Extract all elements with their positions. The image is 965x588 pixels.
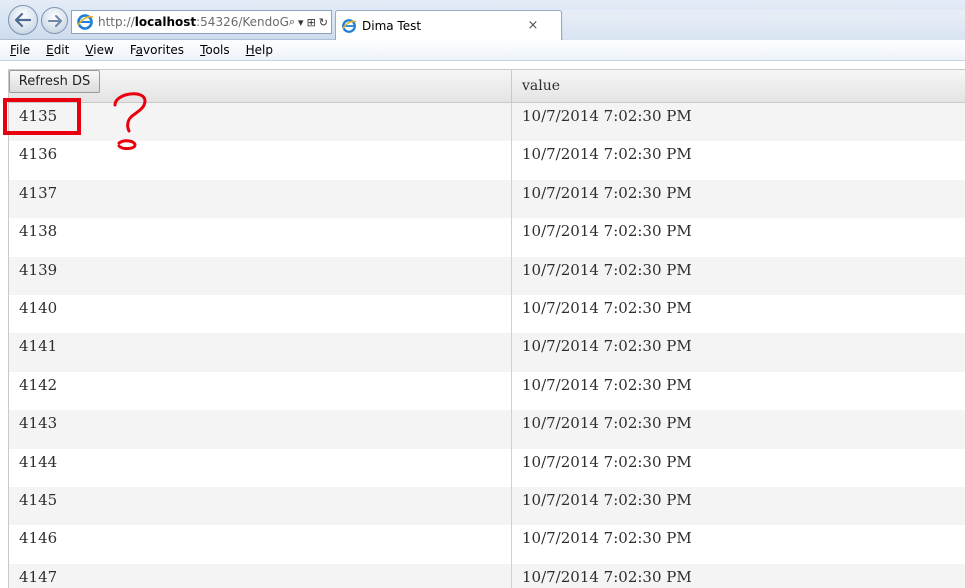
data-grid: Refresh DS value 4135 10/7/2014 7:02:30 P… (8, 69, 965, 588)
menu-file-label: ile (16, 43, 31, 57)
grid-body: 4135 10/7/2014 7:02:30 PM 4136 10/7/2014 7:… (9, 103, 965, 588)
cell-value[interactable]: 10/7/2014 7:02:30 PM (512, 141, 965, 179)
cell-value[interactable]: 10/7/2014 7:02:30 PM (512, 487, 965, 525)
search-icon[interactable]: ⌕ (289, 15, 295, 29)
menu-file[interactable]: File (0, 40, 36, 60)
column-header-id[interactable]: Refresh DS (9, 70, 512, 103)
cell-id[interactable]: 4141 (9, 333, 512, 372)
tab-dima-test[interactable]: Dima Test × (335, 10, 562, 40)
cell-id[interactable]: 4138 (9, 218, 512, 257)
browser-chrome: http://localhost:54326/KendoG ⌕ ▾ ⊞ ↻ Di… (0, 0, 965, 40)
cell-value[interactable]: 10/7/2014 7:02:30 PM (512, 180, 965, 218)
url-prefix: http:// (98, 15, 135, 29)
forward-arrow-icon (47, 14, 62, 27)
menu-view-label: iew (93, 43, 114, 57)
menu-tools-label: ools (205, 43, 230, 57)
refresh-ds-button[interactable]: Refresh DS (9, 70, 100, 93)
url-text[interactable]: http://localhost:54326/KendoG (98, 15, 289, 29)
table-row[interactable]: 4137 10/7/2014 7:02:30 PM (9, 179, 965, 219)
table-row[interactable]: 4144 10/7/2014 7:02:30 PM (9, 448, 965, 487)
new-tab-area[interactable] (563, 10, 965, 40)
cell-value[interactable]: 10/7/2014 7:02:30 PM (512, 103, 965, 141)
table-row[interactable]: 4143 10/7/2014 7:02:30 PM (9, 410, 965, 449)
compatibility-view-icon[interactable]: ⊞ (307, 16, 316, 29)
table-row[interactable]: 4136 10/7/2014 7:02:30 PM (9, 141, 965, 180)
cell-id[interactable]: 4143 (9, 410, 512, 449)
menu-edit[interactable]: Edit (36, 40, 75, 60)
menu-help-accel: H (245, 43, 255, 57)
menu-favorites[interactable]: Favorites (120, 40, 190, 60)
url-rest: :54326/KendoG (196, 15, 289, 29)
cell-id[interactable]: 4142 (9, 371, 512, 411)
cell-value[interactable]: 10/7/2014 7:02:30 PM (512, 218, 965, 256)
cell-value[interactable]: 10/7/2014 7:02:30 PM (512, 372, 965, 410)
back-button[interactable] (8, 5, 38, 35)
table-row[interactable]: 4138 10/7/2014 7:02:30 PM (9, 218, 965, 257)
chevron-down-icon[interactable]: ▾ (298, 16, 304, 29)
ie-tab-icon (342, 18, 357, 33)
ie-page-icon (77, 14, 94, 30)
table-row[interactable]: 4135 10/7/2014 7:02:30 PM (9, 103, 965, 142)
refresh-icon[interactable]: ↻ (319, 16, 328, 29)
cell-value[interactable]: 10/7/2014 7:02:30 PM (512, 333, 965, 371)
cell-id[interactable]: 4139 (9, 256, 512, 295)
table-row[interactable]: 4141 10/7/2014 7:02:30 PM (9, 333, 965, 372)
table-row[interactable]: 4145 10/7/2014 7:02:30 PM (9, 486, 965, 526)
cell-value[interactable]: 10/7/2014 7:02:30 PM (512, 564, 965, 588)
table-row[interactable]: 4146 10/7/2014 7:02:30 PM (9, 525, 965, 564)
cell-id[interactable]: 4145 (9, 486, 512, 526)
grid-header: Refresh DS value (9, 70, 965, 103)
menu-help[interactable]: Help (236, 40, 279, 60)
cell-id[interactable]: 4135 (9, 103, 512, 142)
cell-value[interactable]: 10/7/2014 7:02:30 PM (512, 449, 965, 487)
table-row[interactable]: 4147 10/7/2014 7:02:30 PM (9, 563, 965, 588)
address-bar[interactable]: http://localhost:54326/KendoG ⌕ ▾ ⊞ ↻ (71, 10, 332, 34)
url-host: localhost (134, 15, 197, 29)
close-icon[interactable]: × (525, 18, 541, 33)
cell-value[interactable]: 10/7/2014 7:02:30 PM (512, 525, 965, 563)
cell-value[interactable]: 10/7/2014 7:02:30 PM (512, 257, 965, 295)
cell-id[interactable]: 4137 (9, 179, 512, 219)
cell-value[interactable]: 10/7/2014 7:02:30 PM (512, 410, 965, 448)
cell-id[interactable]: 4136 (9, 141, 512, 180)
menu-favorites-label: vorites (143, 43, 185, 57)
cell-value[interactable]: 10/7/2014 7:02:30 PM (512, 295, 965, 333)
cell-id[interactable]: 4144 (9, 448, 512, 487)
menu-favorites-accel: a (135, 43, 143, 57)
menu-view[interactable]: View (75, 40, 119, 60)
cell-id[interactable]: 4146 (9, 525, 512, 564)
menu-edit-accel: E (46, 43, 54, 57)
menu-edit-label: dit (53, 43, 70, 57)
back-arrow-icon (15, 13, 31, 27)
cell-id[interactable]: 4147 (9, 563, 512, 588)
forward-button[interactable] (41, 7, 68, 34)
menu-bar: File Edit View Favorites Tools Help (0, 40, 965, 61)
table-row[interactable]: 4142 10/7/2014 7:02:30 PM (9, 371, 965, 411)
cell-id[interactable]: 4140 (9, 294, 512, 334)
menu-help-label: elp (254, 43, 274, 57)
column-header-value[interactable]: value (513, 70, 965, 103)
menu-tools[interactable]: Tools (190, 40, 236, 60)
tab-title: Dima Test (362, 18, 422, 33)
table-row[interactable]: 4139 10/7/2014 7:02:30 PM (9, 256, 965, 295)
table-row[interactable]: 4140 10/7/2014 7:02:30 PM (9, 294, 965, 334)
